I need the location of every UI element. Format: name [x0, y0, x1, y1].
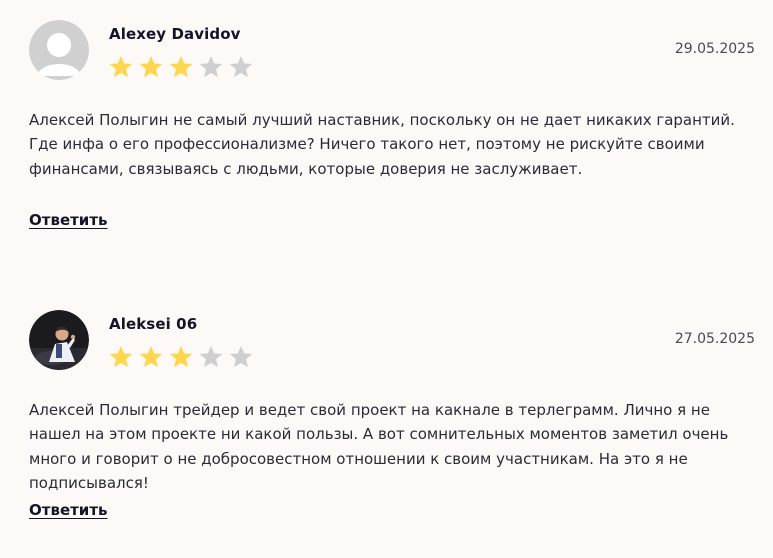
- review-text: Алексей Полыгин трейдер и ведет свой про…: [29, 401, 729, 492]
- star-filled-icon: [169, 345, 193, 368]
- star-filled-icon: [109, 55, 133, 78]
- review-author: Aleksei 06: [109, 315, 198, 333]
- star-filled-icon: [109, 345, 133, 368]
- review-date: 29.05.2025: [674, 41, 755, 57]
- star-filled-icon: [139, 345, 163, 368]
- star-filled-icon: [139, 55, 163, 78]
- star-empty-icon: [199, 345, 223, 368]
- reply-link[interactable]: Ответить: [29, 501, 108, 519]
- rating-stars: [108, 344, 258, 370]
- review-date: 27.05.2025: [674, 331, 755, 347]
- star-empty-icon: [229, 55, 253, 78]
- star-empty-icon: [229, 345, 253, 368]
- star-empty-icon: [199, 55, 223, 78]
- star-filled-icon: [169, 55, 193, 78]
- review-author: Alexey Davidov: [109, 25, 241, 43]
- rating-stars: [108, 54, 258, 80]
- avatar-placeholder-icon: [29, 20, 89, 80]
- review-text: Алексей Полыгин не самый лучший наставни…: [29, 111, 735, 178]
- reply-link[interactable]: Ответить: [29, 211, 108, 229]
- avatar-photo: [29, 310, 89, 370]
